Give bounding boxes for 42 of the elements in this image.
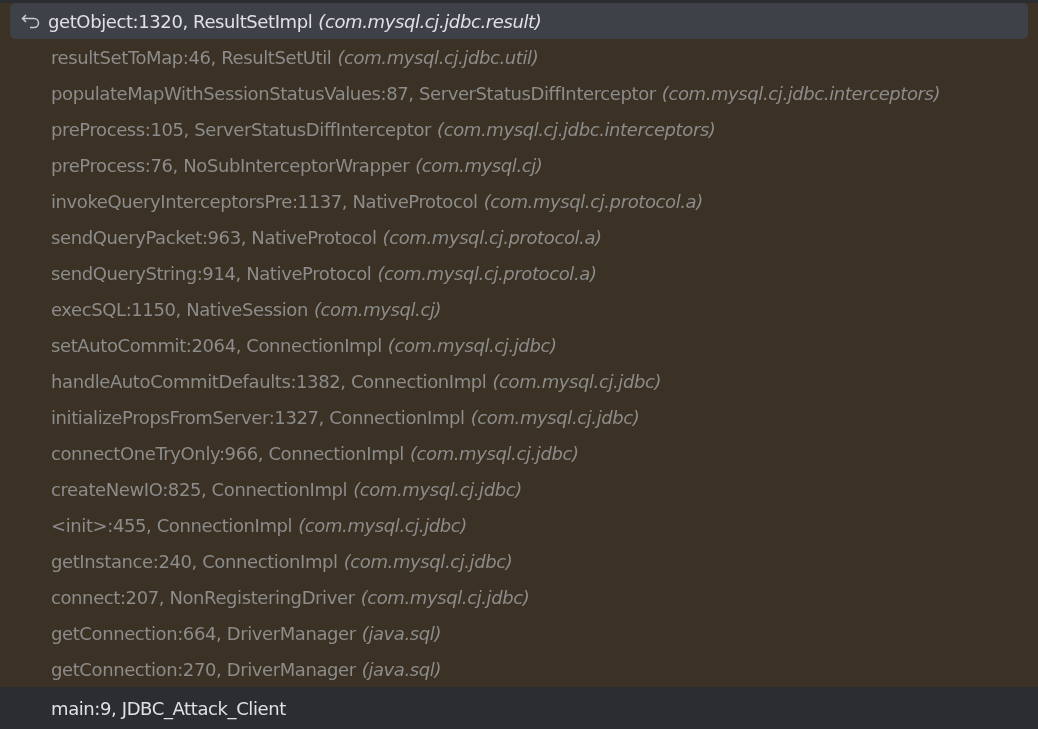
frame-label: getConnection:270, DriverManager xyxy=(51,657,356,682)
frame-label: <init>:455, ConnectionImpl xyxy=(51,513,293,538)
frame-label: execSQL:1150, NativeSession xyxy=(51,297,308,322)
package-name: (com.mysql.cj.jdbc) xyxy=(387,333,557,358)
package-name: (com.mysql.cj.jdbc.util) xyxy=(337,45,539,70)
frame-label: initializePropsFromServer:1327, ConnectionImpl xyxy=(51,405,465,430)
frame-label: preProcess:76, NoSubInterceptorWrapper xyxy=(51,153,410,178)
frame-label: setAutoCommit:2064, ConnectionImpl xyxy=(51,333,382,358)
frame-label: connect:207, NonRegisteringDriver xyxy=(51,585,355,610)
frame-label: sendQueryString:914, NativeProtocol xyxy=(51,261,372,286)
frame-label: getObject:1320, ResultSetImpl xyxy=(48,9,313,34)
frame-label: getInstance:240, ConnectionImpl xyxy=(51,549,338,574)
frame-label: preProcess:105, ServerStatusDiffInterceptor xyxy=(51,117,432,142)
package-name: (com.mysql.cj.jdbc.interceptors) xyxy=(661,81,941,106)
package-name: (com.mysql.cj.jdbc) xyxy=(360,585,530,610)
package-name: (java.sql) xyxy=(361,657,442,682)
frame-label: resultSetToMap:46, ResultSetUtil xyxy=(51,45,332,70)
package-name: (com.mysql.cj) xyxy=(415,153,543,178)
frame-label: getConnection:664, DriverManager xyxy=(51,621,356,646)
package-name: (java.sql) xyxy=(361,621,442,646)
package-name: (com.mysql.cj.protocol.a) xyxy=(382,225,602,250)
frame-label: connectOneTryOnly:966, ConnectionImpl xyxy=(51,441,404,466)
frame-label: handleAutoCommitDefaults:1382, ConnectionImpl xyxy=(51,369,487,394)
package-name: (com.mysql.cj) xyxy=(313,297,442,322)
package-name: (com.mysql.cj.jdbc) xyxy=(343,549,513,574)
frame-label: createNewIO:825, ConnectionImpl xyxy=(51,477,348,502)
stack-frame-item[interactable]: main:9, JDBC_Attack_Client xyxy=(10,687,1028,729)
package-name: (com.mysql.cj.jdbc) xyxy=(353,477,522,502)
package-name: (com.mysql.cj.jdbc) xyxy=(409,441,579,466)
package-name: (com.mysql.cj.jdbc) xyxy=(298,513,467,538)
stack-frame-item[interactable]: getObject:1320, ResultSetImpl (com.mysql.cj.jdbc.result) xyxy=(10,3,1028,39)
package-name: (com.mysql.cj.jdbc.result) xyxy=(318,9,542,34)
frame-label: invokeQueryInterceptorsPre:1137, NativeProtocol xyxy=(51,189,478,214)
package-name: (com.mysql.cj.protocol.a) xyxy=(377,261,597,286)
package-name: (com.mysql.cj.jdbc) xyxy=(470,405,640,430)
frame-label: populateMapWithSessionStatusValues:87, ServerStatusDiffInterceptor xyxy=(51,81,656,106)
frame-label: sendQueryPacket:963, NativeProtocol xyxy=(51,225,377,250)
return-arrow-icon xyxy=(21,13,41,29)
package-name: (com.mysql.cj.jdbc.interceptors) xyxy=(437,117,716,142)
frame-label: main:9, JDBC_Attack_Client xyxy=(51,696,286,722)
package-name: (com.mysql.cj.jdbc) xyxy=(492,369,662,394)
package-name: (com.mysql.cj.protocol.a) xyxy=(483,189,703,214)
